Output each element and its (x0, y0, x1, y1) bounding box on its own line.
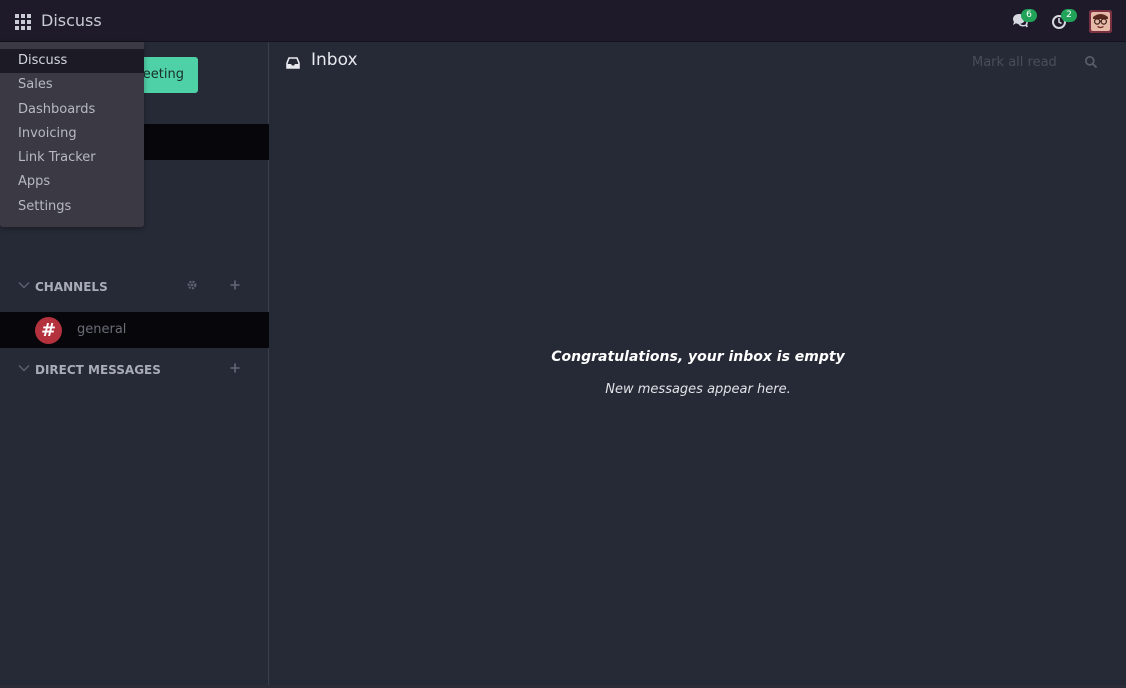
apps-dropdown-menu: Discuss Sales Dashboards Invoicing Link … (0, 42, 144, 227)
main-content: Inbox Mark all read Congratulations, you… (270, 42, 1126, 688)
inbox-icon (286, 57, 300, 69)
menu-item-invoicing[interactable]: Invoicing (0, 122, 144, 146)
plus-icon[interactable] (229, 279, 241, 291)
menu-item-link-tracker[interactable]: Link Tracker (0, 146, 144, 170)
menu-item-dashboards[interactable]: Dashboards (0, 98, 144, 122)
menu-item-apps[interactable]: Apps (0, 170, 144, 194)
menu-item-settings[interactable]: Settings (0, 195, 144, 219)
channels-section-title: CHANNELS (35, 280, 108, 294)
channel-hash-avatar: # (35, 317, 62, 344)
messages-menu-button[interactable]: 6 (1011, 9, 1037, 30)
page-title: Inbox (311, 50, 358, 70)
channels-section-header[interactable]: CHANNELS (0, 276, 269, 300)
plus-icon[interactable] (229, 362, 241, 374)
empty-inbox-title: Congratulations, your inbox is empty (551, 349, 845, 365)
empty-inbox-subtitle: New messages appear here. (605, 382, 791, 397)
chevron-down-icon[interactable] (18, 362, 30, 374)
menu-item-sales[interactable]: Sales (0, 73, 144, 97)
gear-icon[interactable] (186, 279, 198, 291)
chevron-down-icon[interactable] (18, 279, 30, 291)
user-avatar[interactable] (1089, 10, 1112, 33)
top-navbar: Discuss 6 2 (0, 0, 1126, 42)
app-brand-title[interactable]: Discuss (41, 11, 102, 30)
channel-label: general (77, 322, 127, 337)
direct-messages-section-header[interactable]: DIRECT MESSAGES (0, 359, 269, 383)
direct-messages-section-title: DIRECT MESSAGES (35, 363, 161, 377)
search-icon[interactable] (1084, 55, 1098, 69)
activities-badge: 2 (1061, 9, 1077, 22)
menu-item-discuss[interactable]: Discuss (0, 49, 144, 74)
apps-grid-icon[interactable] (15, 14, 31, 30)
messages-badge: 6 (1021, 9, 1037, 22)
channel-item-general[interactable]: # general (0, 312, 269, 348)
mark-all-read-button[interactable]: Mark all read (972, 55, 1057, 70)
activities-menu-button[interactable]: 2 (1051, 9, 1077, 30)
